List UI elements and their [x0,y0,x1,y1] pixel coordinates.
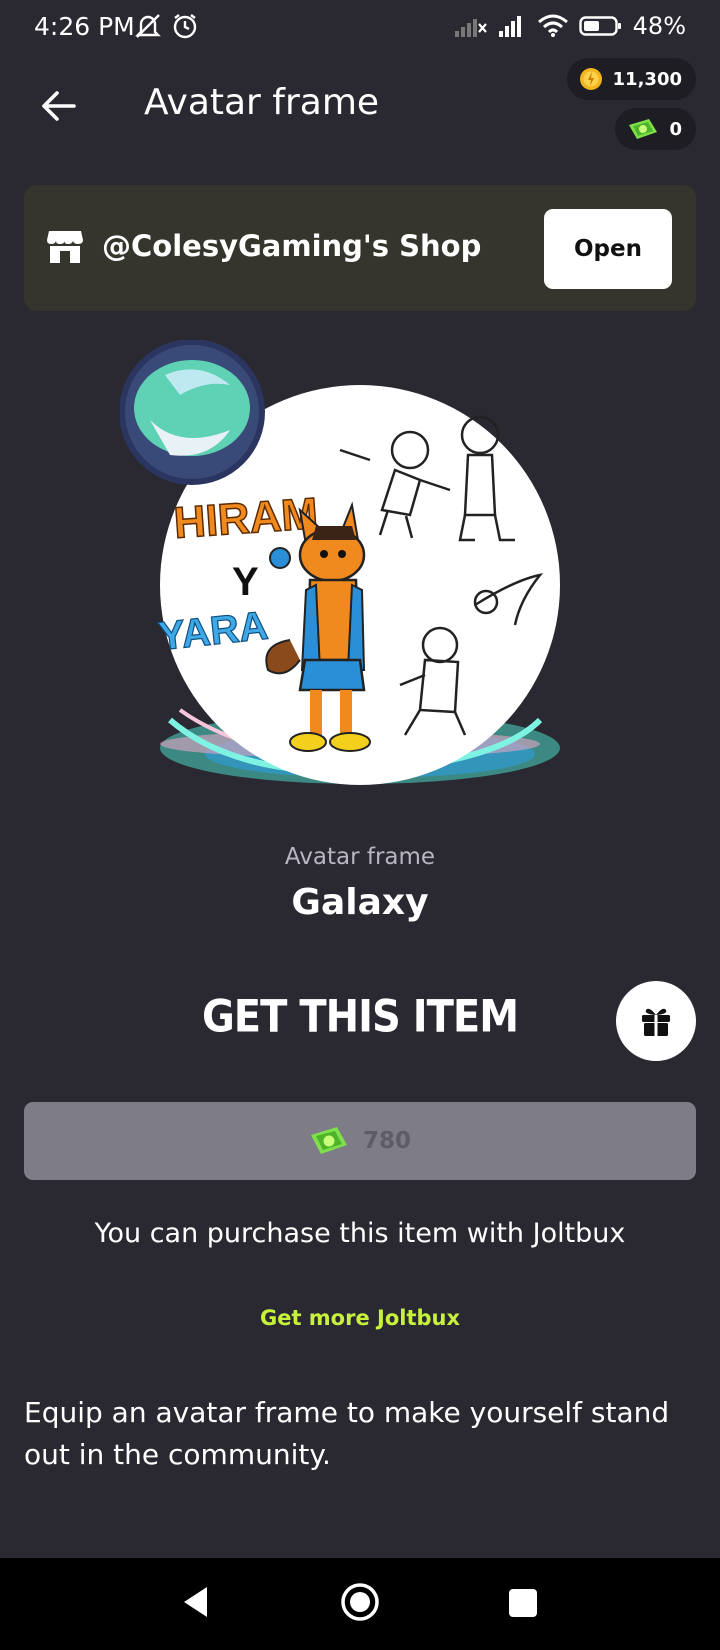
shop-name: @ColesyGaming's Shop [102,229,482,263]
page-title: Avatar frame [144,82,380,123]
status-bar: 4:26 PM 48% [0,0,720,56]
nav-recents-icon[interactable] [509,1589,537,1617]
item-name: Galaxy [291,882,429,923]
joltbux-icon [310,1127,347,1154]
coin-icon [579,68,602,90]
open-shop-button[interactable]: Open [544,209,672,289]
arrow-left-icon [42,91,76,121]
art-title-top: HIRAM [172,489,319,548]
gift-button[interactable] [616,981,696,1061]
joltbux-count: 0 [669,118,682,140]
battery-percent: 48% [632,12,686,40]
coin-count: 11,300 [612,68,682,90]
buy-with-joltbux-button[interactable]: 780 [24,1102,696,1180]
get-more-joltbux-link[interactable]: Get more Joltbux [0,1306,720,1330]
joltbux-balance[interactable]: 0 [615,108,696,150]
signal-weak-icon [454,19,487,37]
joltbux-icon [629,119,658,139]
nav-home-icon[interactable] [340,1582,380,1622]
shop-card: @ColesyGaming's Shop Open [24,185,696,311]
gift-icon [642,1008,670,1036]
system-nav-bar [0,1558,720,1650]
back-button[interactable] [30,78,86,134]
price-value: 780 [362,1128,411,1154]
item-type-label: Avatar frame [284,844,436,870]
galaxy-planet [120,340,265,485]
nav-back-icon[interactable] [180,1584,210,1620]
wifi-icon [537,14,568,37]
coin-balance[interactable]: 11,300 [566,58,696,100]
store-icon [47,231,83,263]
battery-icon [578,16,621,36]
alarm-icon [173,14,197,39]
mute-icon [135,14,161,38]
get-item-heading: GET THIS ITEM [201,991,519,1043]
avatar-frame-preview: HIRAM Y YARA [120,340,560,785]
signal-icon [498,16,521,37]
item-description: Equip an avatar frame to make yourself s… [24,1396,670,1471]
purchase-note: You can purchase this item with Joltbux [94,1218,626,1249]
art-title-mid: Y [232,560,259,604]
status-time: 4:26 PM [34,12,135,41]
